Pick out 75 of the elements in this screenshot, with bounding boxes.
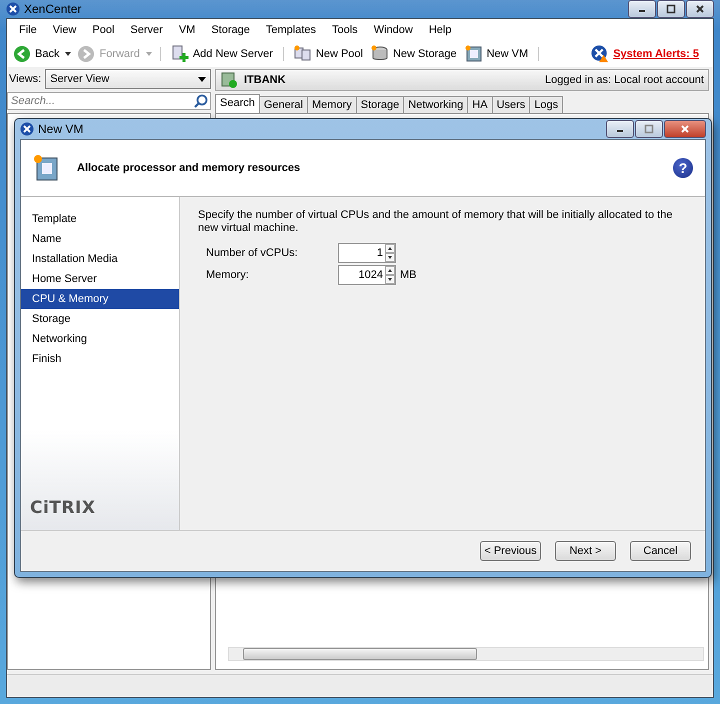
close-button[interactable] bbox=[664, 120, 706, 138]
wizard-step[interactable]: Installation Media bbox=[21, 249, 179, 269]
login-status: Logged in as: Local root account bbox=[544, 74, 704, 86]
menu-item[interactable]: Window bbox=[366, 24, 421, 36]
menu-item[interactable]: Storage bbox=[203, 24, 258, 36]
window-title: XenCenter bbox=[24, 2, 82, 16]
menu-item[interactable]: VM bbox=[170, 24, 204, 36]
minimize-button[interactable] bbox=[628, 0, 656, 18]
spin-arrows-icon[interactable] bbox=[385, 266, 395, 284]
tab[interactable]: Memory bbox=[307, 96, 357, 113]
wizard-step[interactable]: Storage bbox=[21, 309, 179, 329]
tab[interactable]: Logs bbox=[529, 96, 564, 113]
dialog-button[interactable]: Cancel bbox=[630, 541, 691, 561]
wizard-step[interactable]: CPU & Memory bbox=[21, 289, 179, 309]
close-icon bbox=[695, 4, 705, 14]
server-name: ITBANK bbox=[244, 74, 286, 86]
toolbar-button[interactable]: Back bbox=[11, 45, 62, 63]
menu-item[interactable]: File bbox=[11, 24, 45, 36]
tab[interactable]: Networking bbox=[403, 96, 468, 113]
maximize-icon bbox=[666, 4, 676, 14]
wizard-step[interactable]: Template bbox=[21, 209, 179, 229]
help-button[interactable]: ? bbox=[673, 158, 693, 178]
alert-x-icon bbox=[591, 45, 610, 63]
menu-item[interactable]: Pool bbox=[84, 24, 122, 36]
system-alerts-link[interactable]: System Alerts: 5 bbox=[591, 45, 699, 63]
toolbar-button[interactable]: New Pool bbox=[292, 45, 365, 63]
dialog-button[interactable]: < Previous bbox=[480, 541, 541, 561]
horizontal-scrollbar[interactable] bbox=[228, 647, 704, 661]
instructions-text: Specify the number of virtual CPUs and the amount of memory that will be initially allocated to the new virtual machine. bbox=[198, 209, 674, 235]
maximize-icon bbox=[644, 124, 654, 134]
vm-window-icon bbox=[464, 45, 483, 63]
wizard-step[interactable]: Home Server bbox=[21, 269, 179, 289]
wizard-step[interactable]: Finish bbox=[21, 349, 179, 369]
tab[interactable]: Search bbox=[215, 94, 260, 113]
views-label: Views: bbox=[9, 73, 42, 85]
menu-item[interactable]: Server bbox=[122, 24, 171, 36]
number-spinner[interactable]: 1024 bbox=[338, 265, 396, 285]
toolbar-button[interactable]: New VM bbox=[462, 45, 530, 63]
close-icon bbox=[680, 124, 690, 134]
dropdown-caret-icon[interactable] bbox=[65, 52, 72, 56]
dialog-button[interactable]: Next > bbox=[555, 541, 616, 561]
field-label: Number of vCPUs: bbox=[206, 247, 299, 259]
spin-arrows-icon[interactable] bbox=[385, 244, 395, 262]
tab[interactable]: General bbox=[258, 96, 308, 113]
app-logo-icon bbox=[6, 2, 20, 16]
server-icon bbox=[220, 71, 238, 89]
views-dropdown[interactable]: Server View bbox=[45, 69, 211, 89]
maximize-button[interactable] bbox=[635, 120, 663, 138]
maximize-button[interactable] bbox=[657, 0, 685, 18]
dialog-title: New VM bbox=[38, 122, 84, 136]
field-label: Memory: bbox=[206, 269, 250, 281]
close-button[interactable] bbox=[686, 0, 714, 18]
unit-label: MB bbox=[400, 269, 416, 281]
tab[interactable]: Storage bbox=[356, 96, 404, 113]
toolbar-button[interactable]: New Storage bbox=[368, 45, 459, 63]
citrix-logo: CiTRIX bbox=[29, 498, 96, 520]
dropdown-caret-icon bbox=[198, 76, 206, 82]
menu-item[interactable]: Tools bbox=[324, 24, 366, 36]
minimize-button[interactable] bbox=[606, 120, 634, 138]
server-plus-icon bbox=[170, 45, 189, 63]
disk-stack-icon bbox=[370, 45, 389, 63]
menu-item[interactable]: Templates bbox=[258, 24, 324, 36]
tab[interactable]: Users bbox=[492, 96, 530, 113]
number-spinner[interactable]: 1 bbox=[338, 243, 396, 263]
menu-item[interactable]: Help bbox=[420, 24, 460, 36]
tab[interactable]: HA bbox=[467, 96, 493, 113]
dialog-heading: Allocate processor and memory resources bbox=[77, 162, 300, 174]
servers-icon bbox=[294, 45, 312, 63]
toolbar-button[interactable]: Add New Server bbox=[168, 45, 275, 63]
wizard-step[interactable]: Networking bbox=[21, 329, 179, 349]
search-icon bbox=[194, 94, 208, 108]
wizard-step[interactable]: Name bbox=[21, 229, 179, 249]
app-logo-icon bbox=[20, 122, 34, 136]
menu-item[interactable]: View bbox=[44, 24, 84, 36]
search-field[interactable]: Search... bbox=[7, 92, 211, 110]
